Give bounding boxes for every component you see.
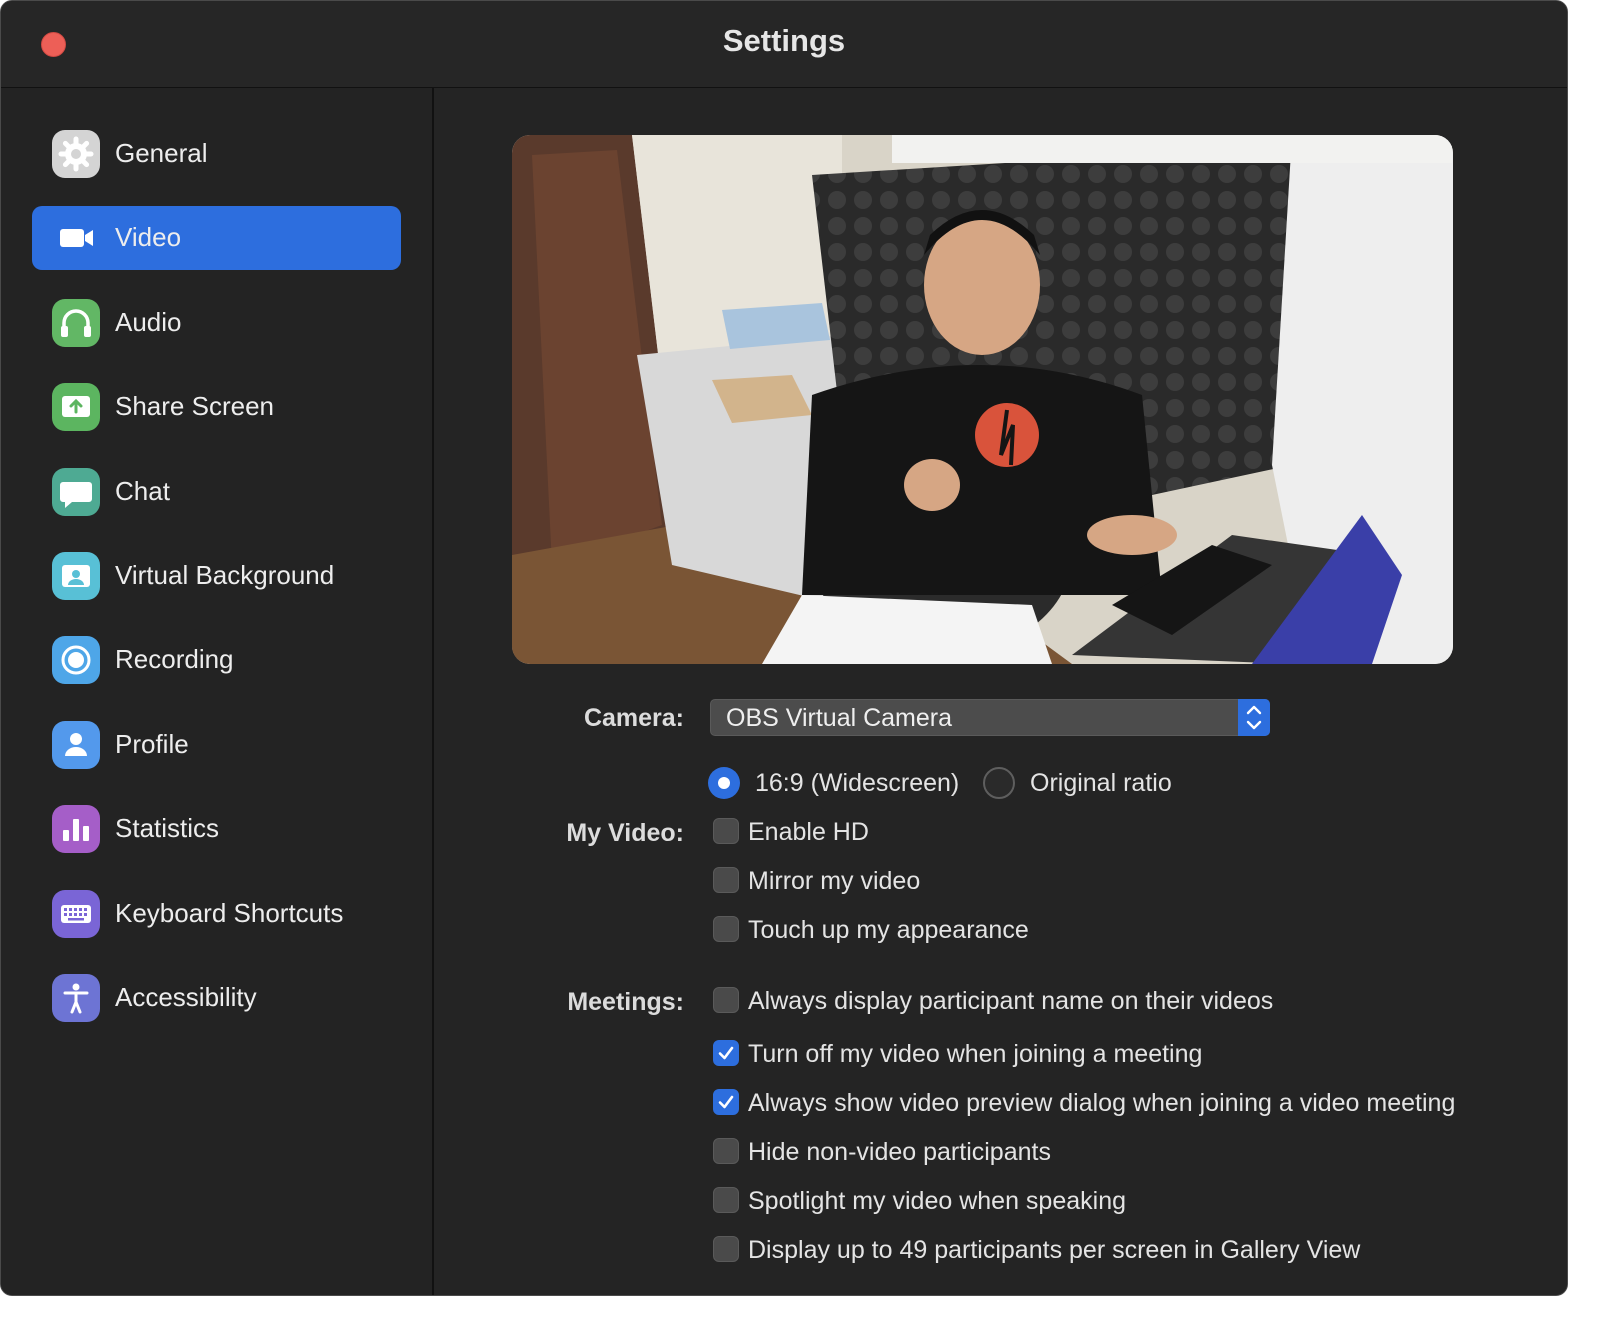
- record-icon: [52, 636, 100, 684]
- spotlight-checkbox[interactable]: [713, 1187, 739, 1213]
- gallery-49-checkbox[interactable]: [713, 1236, 739, 1262]
- ratio-original-radio[interactable]: [983, 767, 1015, 799]
- display-names-label: Always display participant name on their…: [748, 987, 1274, 1015]
- video-settings-panel: Camera: OBS Virtual Camera 16:9 (Widescr…: [434, 88, 1567, 1295]
- virtual-background-icon: [52, 552, 100, 600]
- sidebar-item-label: Statistics: [115, 813, 220, 843]
- sidebar-item-label: Virtual Background: [115, 560, 335, 590]
- checkmark-icon: [718, 1095, 734, 1109]
- camera-select-value: OBS Virtual Camera: [726, 704, 953, 732]
- turn-off-video-checkbox[interactable]: [713, 1040, 739, 1066]
- preview-dialog-checkbox[interactable]: [713, 1089, 739, 1115]
- display-names-checkbox[interactable]: [713, 987, 739, 1013]
- sidebar-item-label: Video: [115, 222, 182, 252]
- sidebar-item-profile[interactable]: Profile: [32, 713, 401, 777]
- chat-bubble-icon: [52, 468, 100, 516]
- settings-sidebar: General Video Audio Share Screen Chat Vi…: [1, 88, 434, 1295]
- sidebar-item-label: Share Screen: [115, 391, 274, 421]
- gear-icon: [52, 130, 100, 178]
- sidebar-item-label: General: [115, 138, 208, 168]
- enable-hd-checkbox[interactable]: [713, 818, 739, 844]
- accessibility-icon: [52, 974, 100, 1022]
- hide-non-video-checkbox[interactable]: [713, 1138, 739, 1164]
- preview-dialog-label: Always show video preview dialog when jo…: [748, 1089, 1456, 1117]
- keyboard-icon: [52, 890, 100, 938]
- spotlight-label: Spotlight my video when speaking: [748, 1187, 1127, 1215]
- sidebar-item-video[interactable]: Video: [32, 206, 401, 270]
- sidebar-item-label: Chat: [115, 476, 170, 506]
- sidebar-item-label: Profile: [115, 729, 189, 759]
- sidebar-item-statistics[interactable]: Statistics: [32, 797, 401, 861]
- video-camera-icon: [52, 214, 100, 262]
- camera-select[interactable]: OBS Virtual Camera: [710, 699, 1270, 736]
- sidebar-item-chat[interactable]: Chat: [32, 460, 401, 524]
- my-video-label: My Video:: [566, 819, 684, 847]
- ratio-widescreen-label: 16:9 (Widescreen): [755, 769, 960, 797]
- mirror-video-checkbox[interactable]: [713, 867, 739, 893]
- hide-non-video-label: Hide non-video participants: [748, 1138, 1051, 1166]
- sidebar-item-accessibility[interactable]: Accessibility: [32, 966, 401, 1030]
- settings-window: Settings General Video Audio Share Scree…: [0, 0, 1568, 1296]
- meetings-label: Meetings:: [567, 988, 684, 1016]
- sidebar-item-virtual-background[interactable]: Virtual Background: [32, 544, 401, 608]
- share-screen-icon: [52, 383, 100, 431]
- ratio-widescreen-radio[interactable]: [708, 767, 740, 799]
- gallery-49-label: Display up to 49 participants per screen…: [748, 1236, 1361, 1264]
- person-icon: [52, 721, 100, 769]
- title-bar: Settings: [1, 1, 1567, 88]
- turn-off-video-label: Turn off my video when joining a meeting: [748, 1040, 1203, 1068]
- camera-label: Camera:: [583, 704, 684, 732]
- window-title: Settings: [722, 23, 846, 58]
- checkmark-icon: [718, 1046, 734, 1060]
- headphones-icon: [52, 299, 100, 347]
- sidebar-item-general[interactable]: General: [32, 122, 401, 186]
- mirror-video-label: Mirror my video: [748, 867, 921, 895]
- sidebar-item-keyboard-shortcuts[interactable]: Keyboard Shortcuts: [32, 882, 401, 946]
- camera-preview: [512, 135, 1453, 664]
- ratio-original-label: Original ratio: [1030, 769, 1172, 797]
- sidebar-item-share-screen[interactable]: Share Screen: [32, 375, 401, 439]
- sidebar-item-audio[interactable]: Audio: [32, 291, 401, 355]
- enable-hd-label: Enable HD: [748, 818, 869, 846]
- sidebar-item-recording[interactable]: Recording: [32, 628, 401, 692]
- sidebar-item-label: Accessibility: [115, 982, 257, 1012]
- sidebar-item-label: Keyboard Shortcuts: [115, 898, 344, 928]
- bar-chart-icon: [52, 805, 100, 853]
- chevron-up-down-icon: [1238, 699, 1270, 736]
- touch-up-checkbox[interactable]: [713, 916, 739, 942]
- touch-up-label: Touch up my appearance: [748, 916, 1029, 944]
- sidebar-item-label: Recording: [115, 644, 234, 674]
- sidebar-item-label: Audio: [115, 307, 182, 337]
